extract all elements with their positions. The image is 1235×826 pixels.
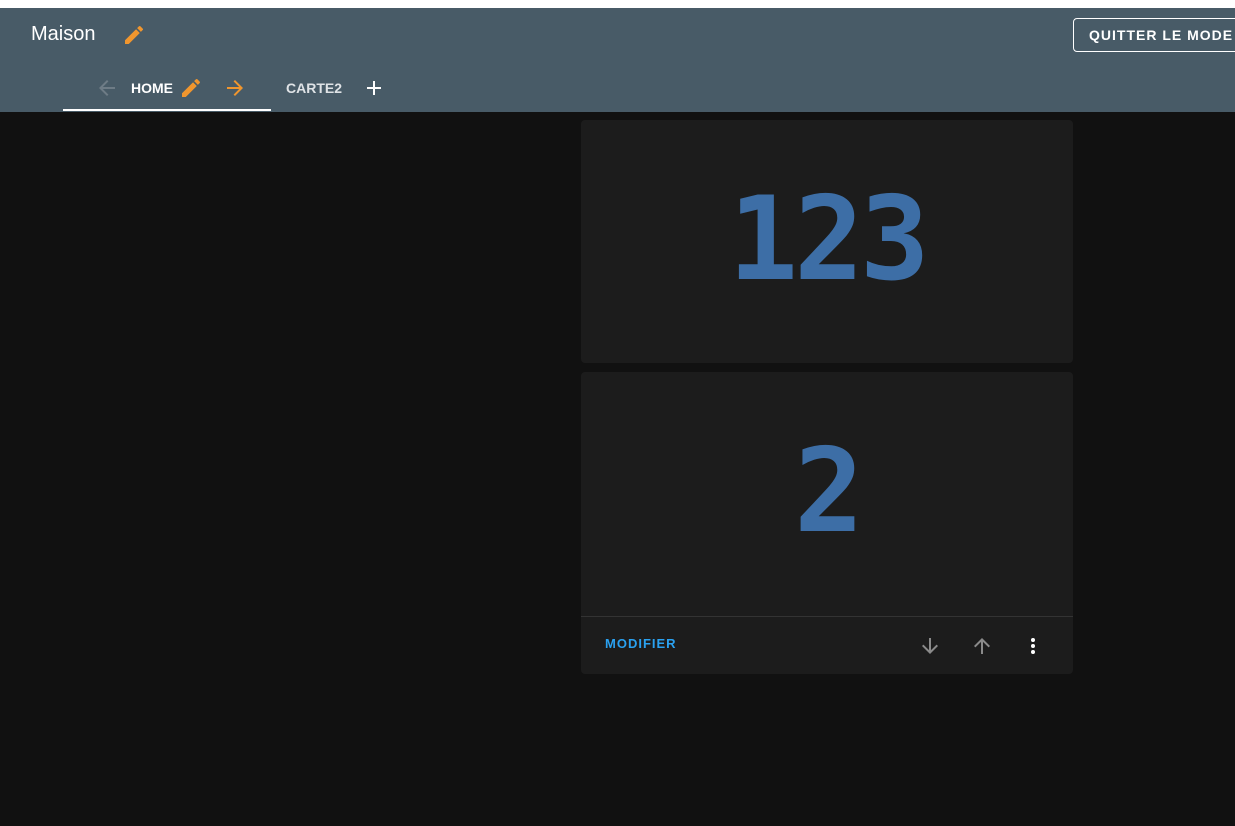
modify-card-button[interactable]: MODIFIER: [605, 636, 677, 651]
add-view-plus-icon[interactable]: [362, 76, 386, 100]
move-card-down-arrow-down-icon[interactable]: [918, 634, 942, 658]
view-tabs: HOME CARTE2: [0, 68, 1235, 112]
dashboard-title: Maison: [31, 23, 96, 45]
card-value-text: 123: [728, 172, 930, 307]
tab-carte2[interactable]: CARTE2: [286, 78, 342, 98]
move-tab-left-arrow-left-icon[interactable]: [95, 76, 119, 100]
card-more-vertical-icon[interactable]: [1021, 634, 1045, 658]
tab-home-label: HOME: [131, 80, 173, 96]
top-strip: [0, 0, 1235, 8]
active-tab-indicator: [63, 109, 271, 111]
app-header: Maison QUITTER LE MODE D'ÉDITION HOME CA…: [0, 8, 1235, 112]
edit-tab-pencil-icon[interactable]: [179, 76, 203, 100]
card-value-2[interactable]: 2 MODIFIER: [581, 372, 1073, 674]
edit-title-pencil-icon[interactable]: [122, 23, 146, 47]
move-card-up-arrow-up-icon[interactable]: [970, 634, 994, 658]
card-edit-actions: MODIFIER: [581, 616, 1073, 674]
card-value-123[interactable]: 123: [581, 120, 1073, 363]
move-tab-right-arrow-right-icon[interactable]: [223, 76, 247, 100]
card-value-text: 2: [794, 424, 864, 559]
exit-edit-mode-button[interactable]: QUITTER LE MODE D'ÉDITION: [1073, 18, 1235, 52]
